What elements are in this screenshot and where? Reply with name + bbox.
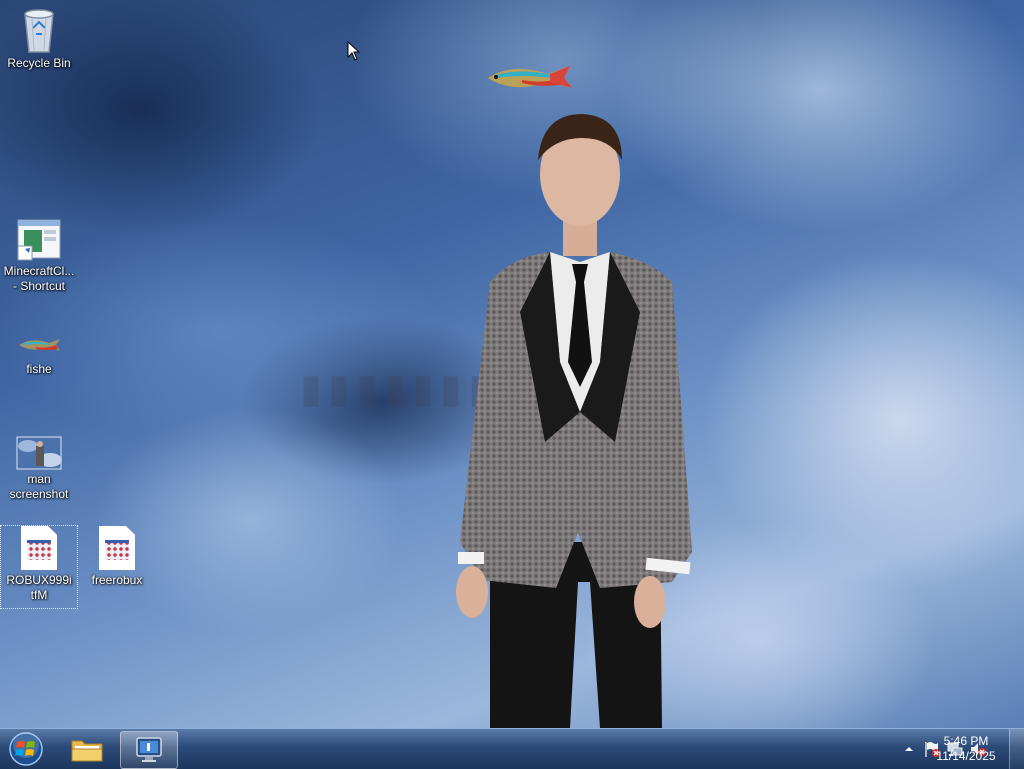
minecraft-client-shortcut-icon (17, 219, 61, 261)
monitor-icon (136, 737, 162, 762)
folder-icon (71, 740, 103, 762)
desktop-icon-label: freerobux (91, 573, 143, 587)
floating-fish-image (488, 66, 572, 88)
fish-icon (19, 339, 60, 351)
clock-time: 5:46 PM (943, 734, 989, 748)
clock-date: 11/14/2025 (936, 749, 996, 763)
desktop-icon-label: fishe (26, 362, 52, 376)
taskbar-windows-explorer-button[interactable] (59, 731, 115, 767)
show-desktop-button[interactable] (1009, 729, 1024, 769)
mouse-cursor-icon (347, 41, 361, 61)
taskbar-remote-desktop-button[interactable] (120, 731, 178, 769)
desktop-icon-label: MinecraftCl... - Shortcut (3, 264, 75, 293)
chevron-up-icon (905, 747, 913, 751)
taskbar: 5:46 PM 11/14/2025 (0, 728, 1024, 769)
desktop-icon-label: ROBUX999itfM (6, 573, 72, 602)
desktop-icon-man-screenshot[interactable]: man screenshot (1, 436, 77, 502)
desktop-icon-fishe[interactable]: fishe (1, 330, 77, 377)
image-file-icon (16, 436, 62, 470)
start-orb-icon[interactable] (6, 731, 46, 767)
taskbar-clock[interactable]: 5:46 PM 11/14/2025 (930, 734, 1002, 764)
desktop-icon-label: man screenshot (9, 472, 69, 501)
desktop-icon-robux999itfm[interactable]: ROBUX999itfM (0, 525, 78, 609)
desktop-icon-minecraft-shortcut[interactable]: MinecraftCl... - Shortcut (1, 218, 77, 294)
show-hidden-icons-button[interactable] (899, 739, 919, 759)
desktop[interactable]: ▮▮▮▮▮▮▮▮▮▮ Recycle Bin MinecraftCl... - … (0, 0, 1024, 728)
desktop-icon-recycle-bin[interactable]: Recycle Bin (1, 6, 77, 71)
web-document-icon (21, 526, 57, 570)
desktop-icon-label: Recycle Bin (7, 56, 71, 70)
web-document-icon (99, 526, 135, 570)
wallpaper-person-image (456, 114, 692, 728)
desktop-icon-freerobux[interactable]: freerobux (79, 526, 155, 588)
recycle-bin-icon (24, 9, 54, 53)
